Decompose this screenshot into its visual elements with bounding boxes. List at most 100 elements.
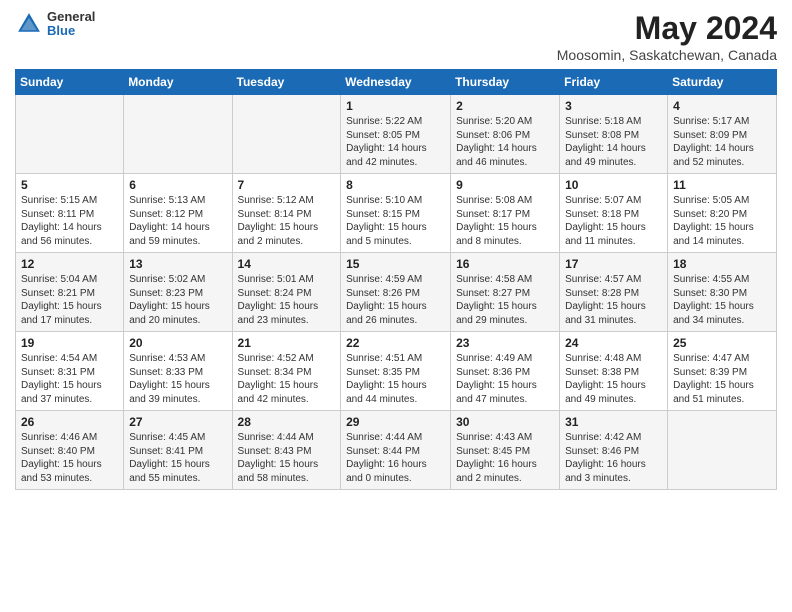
day-info: Sunrise: 5:10 AM Sunset: 8:15 PM Dayligh… xyxy=(346,194,445,248)
calendar-cell: 27 Sunrise: 4:45 AM Sunset: 8:41 PM Dayli… xyxy=(124,411,232,490)
header: General Blue May 2024 Moosomin, Saskatch… xyxy=(15,10,777,63)
day-number: 19 xyxy=(21,336,118,350)
day-info: Sunrise: 4:51 AM Sunset: 8:35 PM Dayligh… xyxy=(346,352,445,406)
calendar-week-row-1: 5 Sunrise: 5:15 AM Sunset: 8:11 PM Daylig… xyxy=(16,174,777,253)
day-info: Sunrise: 5:18 AM Sunset: 8:08 PM Dayligh… xyxy=(565,115,662,169)
day-number: 24 xyxy=(565,336,662,350)
day-number: 1 xyxy=(346,99,445,113)
day-info: Sunrise: 4:48 AM Sunset: 8:38 PM Dayligh… xyxy=(565,352,662,406)
day-number: 5 xyxy=(21,178,118,192)
calendar-cell: 4 Sunrise: 5:17 AM Sunset: 8:09 PM Daylig… xyxy=(668,95,777,174)
calendar-cell: 19 Sunrise: 4:54 AM Sunset: 8:31 PM Dayli… xyxy=(16,332,124,411)
calendar-cell: 14 Sunrise: 5:01 AM Sunset: 8:24 PM Dayli… xyxy=(232,253,341,332)
day-info: Sunrise: 4:58 AM Sunset: 8:27 PM Dayligh… xyxy=(456,273,554,327)
day-number: 6 xyxy=(129,178,226,192)
calendar-cell: 28 Sunrise: 4:44 AM Sunset: 8:43 PM Dayli… xyxy=(232,411,341,490)
day-info: Sunrise: 4:53 AM Sunset: 8:33 PM Dayligh… xyxy=(129,352,226,406)
page: General Blue May 2024 Moosomin, Saskatch… xyxy=(0,0,792,612)
calendar-cell: 11 Sunrise: 5:05 AM Sunset: 8:20 PM Dayli… xyxy=(668,174,777,253)
calendar-cell xyxy=(232,95,341,174)
calendar-cell: 24 Sunrise: 4:48 AM Sunset: 8:38 PM Dayli… xyxy=(560,332,668,411)
calendar-week-row-0: 1 Sunrise: 5:22 AM Sunset: 8:05 PM Daylig… xyxy=(16,95,777,174)
col-wednesday: Wednesday xyxy=(341,70,451,95)
day-number: 9 xyxy=(456,178,554,192)
day-info: Sunrise: 5:02 AM Sunset: 8:23 PM Dayligh… xyxy=(129,273,226,327)
day-number: 17 xyxy=(565,257,662,271)
calendar-cell xyxy=(124,95,232,174)
calendar-week-row-4: 26Sunrise: 4:46 AM Sunset: 8:40 PM Dayli… xyxy=(16,411,777,490)
day-number: 4 xyxy=(673,99,771,113)
day-number: 10 xyxy=(565,178,662,192)
col-tuesday: Tuesday xyxy=(232,70,341,95)
day-number: 30 xyxy=(456,415,554,429)
day-info: Sunrise: 5:15 AM Sunset: 8:11 PM Dayligh… xyxy=(21,194,118,248)
day-number: 18 xyxy=(673,257,771,271)
calendar-cell: 26Sunrise: 4:46 AM Sunset: 8:40 PM Dayli… xyxy=(16,411,124,490)
logo-icon xyxy=(15,10,43,38)
calendar-cell xyxy=(668,411,777,490)
day-number: 28 xyxy=(238,415,336,429)
calendar-cell: 5 Sunrise: 5:15 AM Sunset: 8:11 PM Daylig… xyxy=(16,174,124,253)
day-number: 21 xyxy=(238,336,336,350)
day-number: 11 xyxy=(673,178,771,192)
day-info: Sunrise: 5:05 AM Sunset: 8:20 PM Dayligh… xyxy=(673,194,771,248)
day-info: Sunrise: 4:44 AM Sunset: 8:43 PM Dayligh… xyxy=(238,431,336,485)
day-number: 13 xyxy=(129,257,226,271)
day-info: Sunrise: 4:54 AM Sunset: 8:31 PM Dayligh… xyxy=(21,352,118,406)
calendar-cell: 23 Sunrise: 4:49 AM Sunset: 8:36 PM Dayli… xyxy=(451,332,560,411)
day-info: Sunrise: 4:52 AM Sunset: 8:34 PM Dayligh… xyxy=(238,352,336,406)
day-number: 12 xyxy=(21,257,118,271)
day-info: Sunrise: 5:20 AM Sunset: 8:06 PM Dayligh… xyxy=(456,115,554,169)
day-number: 20 xyxy=(129,336,226,350)
calendar-header-row: Sunday Monday Tuesday Wednesday Thursday… xyxy=(16,70,777,95)
day-number: 27 xyxy=(129,415,226,429)
calendar-cell: 13 Sunrise: 5:02 AM Sunset: 8:23 PM Dayli… xyxy=(124,253,232,332)
day-number: 23 xyxy=(456,336,554,350)
day-info: Sunrise: 4:49 AM Sunset: 8:36 PM Dayligh… xyxy=(456,352,554,406)
col-monday: Monday xyxy=(124,70,232,95)
day-number: 2 xyxy=(456,99,554,113)
calendar-table: Sunday Monday Tuesday Wednesday Thursday… xyxy=(15,69,777,490)
col-thursday: Thursday xyxy=(451,70,560,95)
day-info: Sunrise: 4:45 AM Sunset: 8:41 PM Dayligh… xyxy=(129,431,226,485)
calendar-cell: 6Sunrise: 5:13 AM Sunset: 8:12 PM Daylig… xyxy=(124,174,232,253)
calendar-cell: 31Sunrise: 4:42 AM Sunset: 8:46 PM Dayli… xyxy=(560,411,668,490)
day-info: Sunrise: 5:12 AM Sunset: 8:14 PM Dayligh… xyxy=(238,194,336,248)
day-info: Sunrise: 5:04 AM Sunset: 8:21 PM Dayligh… xyxy=(21,273,118,327)
calendar-cell: 7Sunrise: 5:12 AM Sunset: 8:14 PM Daylig… xyxy=(232,174,341,253)
day-number: 31 xyxy=(565,415,662,429)
col-friday: Friday xyxy=(560,70,668,95)
logo-blue-text: Blue xyxy=(47,24,95,38)
day-info: Sunrise: 4:43 AM Sunset: 8:45 PM Dayligh… xyxy=(456,431,554,485)
day-info: Sunrise: 5:17 AM Sunset: 8:09 PM Dayligh… xyxy=(673,115,771,169)
calendar-cell: 30 Sunrise: 4:43 AM Sunset: 8:45 PM Dayli… xyxy=(451,411,560,490)
col-saturday: Saturday xyxy=(668,70,777,95)
day-number: 14 xyxy=(238,257,336,271)
calendar-cell: 2 Sunrise: 5:20 AM Sunset: 8:06 PM Daylig… xyxy=(451,95,560,174)
calendar-cell: 20 Sunrise: 4:53 AM Sunset: 8:33 PM Dayli… xyxy=(124,332,232,411)
day-number: 25 xyxy=(673,336,771,350)
calendar-cell: 1 Sunrise: 5:22 AM Sunset: 8:05 PM Daylig… xyxy=(341,95,451,174)
calendar-cell: 17 Sunrise: 4:57 AM Sunset: 8:28 PM Dayli… xyxy=(560,253,668,332)
day-number: 22 xyxy=(346,336,445,350)
calendar-cell: 10Sunrise: 5:07 AM Sunset: 8:18 PM Dayli… xyxy=(560,174,668,253)
day-number: 8 xyxy=(346,178,445,192)
day-info: Sunrise: 5:01 AM Sunset: 8:24 PM Dayligh… xyxy=(238,273,336,327)
calendar-week-row-2: 12 Sunrise: 5:04 AM Sunset: 8:21 PM Dayli… xyxy=(16,253,777,332)
day-number: 3 xyxy=(565,99,662,113)
col-sunday: Sunday xyxy=(16,70,124,95)
subtitle: Moosomin, Saskatchewan, Canada xyxy=(557,47,777,63)
calendar-cell: 18Sunrise: 4:55 AM Sunset: 8:30 PM Dayli… xyxy=(668,253,777,332)
day-info: Sunrise: 4:57 AM Sunset: 8:28 PM Dayligh… xyxy=(565,273,662,327)
logo-text: General Blue xyxy=(47,10,95,39)
main-title: May 2024 xyxy=(557,10,777,47)
day-info: Sunrise: 4:44 AM Sunset: 8:44 PM Dayligh… xyxy=(346,431,445,485)
calendar-cell: 15Sunrise: 4:59 AM Sunset: 8:26 PM Dayli… xyxy=(341,253,451,332)
calendar-cell xyxy=(16,95,124,174)
calendar-cell: 12 Sunrise: 5:04 AM Sunset: 8:21 PM Dayli… xyxy=(16,253,124,332)
day-info: Sunrise: 4:59 AM Sunset: 8:26 PM Dayligh… xyxy=(346,273,445,327)
day-info: Sunrise: 4:47 AM Sunset: 8:39 PM Dayligh… xyxy=(673,352,771,406)
day-number: 16 xyxy=(456,257,554,271)
day-info: Sunrise: 5:22 AM Sunset: 8:05 PM Dayligh… xyxy=(346,115,445,169)
calendar-cell: 21 Sunrise: 4:52 AM Sunset: 8:34 PM Dayli… xyxy=(232,332,341,411)
